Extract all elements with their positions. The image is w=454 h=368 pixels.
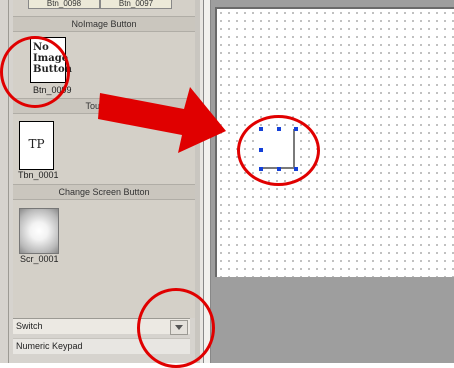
change-screen-button-part[interactable] [19,208,59,254]
touch-tile-text: TP [28,137,45,151]
category-switch-label: Switch [16,321,43,331]
palette-tab[interactable]: Btn_0097 [100,0,172,9]
section-header-noimage: NoImage Button [13,16,195,32]
highlight-circle [137,288,215,368]
palette-tab[interactable]: Btn_0098 [28,0,100,9]
highlight-circle [0,36,70,108]
section-header-change-screen: Change Screen Button [13,184,195,200]
part-caption: Scr_0001 [20,254,59,264]
category-numeric-label: Numeric Keypad [16,341,83,351]
red-arrow-icon [98,87,226,153]
touch-button-part[interactable]: TP [19,121,54,170]
part-caption: Tbn_0001 [18,170,59,180]
highlight-circle [237,115,320,186]
